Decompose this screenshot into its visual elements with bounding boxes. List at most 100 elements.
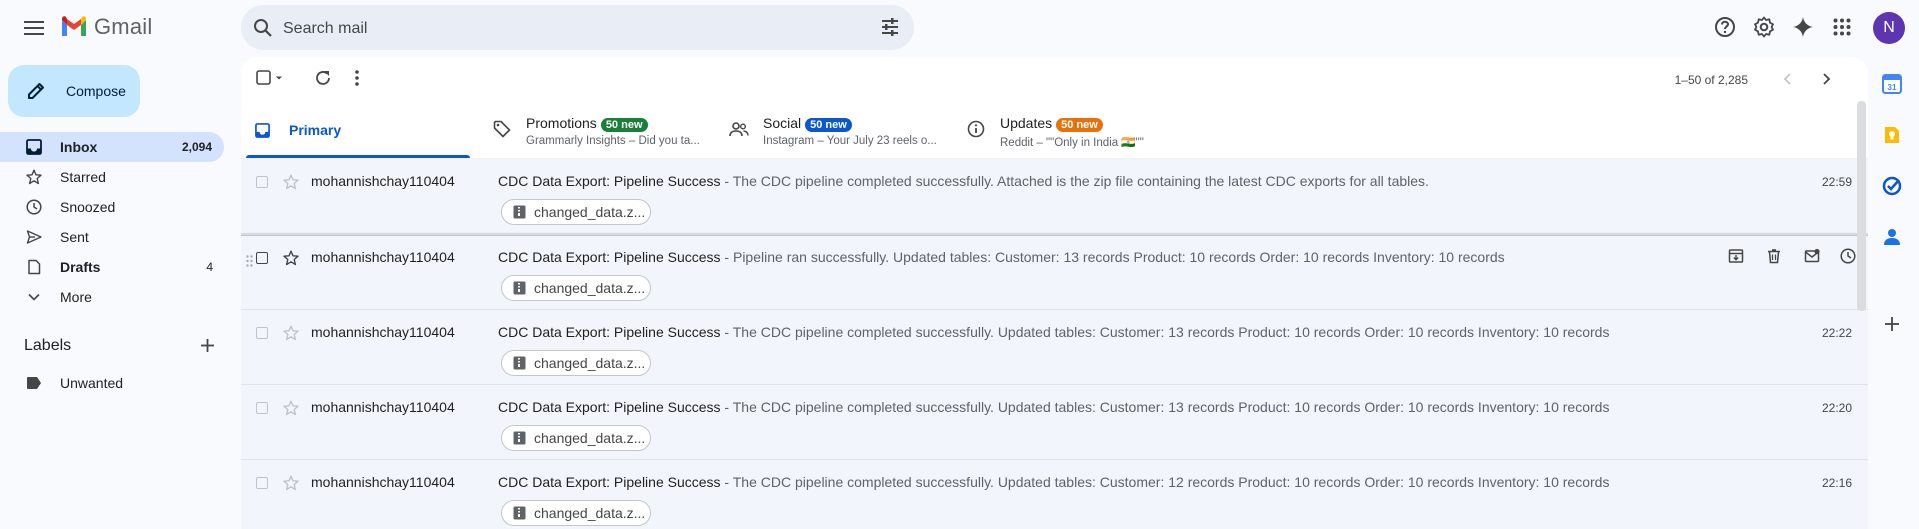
email-list-scrollbar[interactable] bbox=[1857, 101, 1866, 311]
attachment-chip[interactable]: changed_data.z... bbox=[501, 500, 651, 526]
email-sender: mohannishchay110404 bbox=[311, 249, 455, 265]
mark-as-unread-icon[interactable] bbox=[1804, 248, 1820, 264]
new-count-badge: 50 new bbox=[1056, 118, 1103, 132]
main-panel: 1–50 of 2,285 Primary Promotions 50 new G… bbox=[241, 57, 1868, 529]
attachment-chip[interactable]: changed_data.z... bbox=[501, 199, 651, 225]
sidebar-item-label: More bbox=[60, 289, 92, 305]
tab-label: Updates bbox=[1000, 115, 1053, 131]
settings-gear-icon[interactable] bbox=[1752, 15, 1776, 39]
email-subject: CDC Data Export: Pipeline Success bbox=[498, 173, 721, 189]
google-apps-icon[interactable] bbox=[1830, 15, 1854, 39]
star-icon[interactable] bbox=[283, 475, 299, 491]
tab-primary[interactable]: Primary bbox=[241, 103, 476, 158]
sidebar-item-snoozed[interactable]: Snoozed bbox=[0, 192, 225, 222]
email-row[interactable]: mohannishchay110404 CDC Data Export: Pip… bbox=[241, 159, 1868, 234]
tab-social[interactable]: Social 50 new bbox=[763, 115, 852, 132]
snooze-clock-icon[interactable] bbox=[1840, 248, 1856, 264]
attachment-name: changed_data.z... bbox=[534, 204, 646, 220]
attachment-chip[interactable]: changed_data.z... bbox=[501, 350, 651, 376]
email-sender: mohannishchay110404 bbox=[311, 173, 455, 189]
refresh-icon[interactable] bbox=[314, 69, 332, 92]
inbox-count: 2,094 bbox=[181, 140, 212, 154]
email-row[interactable]: mohannishchay110404 CDC Data Export: Pip… bbox=[241, 234, 1868, 310]
sidebar-item-starred[interactable]: Starred bbox=[0, 162, 225, 192]
info-icon[interactable] bbox=[967, 120, 985, 138]
chevron-down-icon bbox=[26, 289, 42, 305]
attachment-name: changed_data.z... bbox=[534, 355, 646, 371]
row-checkbox[interactable] bbox=[256, 252, 268, 264]
sidebar-item-label: Drafts bbox=[60, 259, 101, 275]
row-checkbox[interactable] bbox=[256, 327, 268, 339]
sidebar-item-label: Unwanted bbox=[60, 375, 124, 391]
drag-handle-icon[interactable] bbox=[246, 255, 253, 267]
sidebar-nav: Inbox 2,094 Starred Snoozed Sent Drafts … bbox=[0, 132, 225, 312]
help-icon[interactable] bbox=[1713, 15, 1737, 39]
attachment-chip[interactable]: changed_data.z... bbox=[501, 425, 651, 451]
sidebar-item-label: Sent bbox=[60, 229, 89, 245]
email-list: mohannishchay110404 CDC Data Export: Pip… bbox=[241, 159, 1868, 529]
tab-label: Primary bbox=[289, 122, 342, 138]
more-options-icon[interactable] bbox=[354, 69, 360, 92]
sidebar-item-drafts[interactable]: Drafts 4 bbox=[0, 252, 225, 282]
add-addon-icon[interactable] bbox=[1884, 316, 1900, 332]
select-all-checkbox[interactable] bbox=[256, 69, 284, 92]
email-subject: CDC Data Export: Pipeline Success bbox=[498, 474, 721, 490]
zip-file-icon bbox=[513, 506, 526, 520]
side-panel: 31 bbox=[1868, 57, 1919, 529]
svg-text:31: 31 bbox=[1888, 83, 1897, 92]
email-snippet: - The CDC pipeline completed successfull… bbox=[720, 474, 1610, 490]
row-checkbox[interactable] bbox=[256, 402, 268, 414]
attachment-chip[interactable]: changed_data.z... bbox=[501, 275, 651, 301]
sidebar-item-inbox[interactable]: Inbox 2,094 bbox=[0, 132, 224, 162]
sidebar-item-sent[interactable]: Sent bbox=[0, 222, 225, 252]
promotions-icon bbox=[493, 120, 511, 138]
add-label-icon[interactable] bbox=[200, 338, 215, 353]
attachment-name: changed_data.z... bbox=[534, 430, 646, 446]
star-icon[interactable] bbox=[283, 400, 299, 416]
tab-updates[interactable]: Updates 50 new bbox=[1000, 115, 1103, 132]
email-time: 22:20 bbox=[1821, 401, 1852, 415]
star-icon[interactable] bbox=[283, 174, 299, 190]
gmail-logo[interactable]: Gmail bbox=[60, 14, 152, 40]
star-icon[interactable] bbox=[283, 325, 299, 341]
star-icon[interactable] bbox=[283, 250, 299, 266]
account-avatar[interactable]: N bbox=[1873, 12, 1905, 44]
tab-preview: Instagram – Your July 23 reels o... bbox=[763, 135, 937, 147]
sidebar-item-label: Snoozed bbox=[60, 199, 116, 215]
email-subject: CDC Data Export: Pipeline Success bbox=[498, 249, 721, 265]
sidebar-item-more[interactable]: More bbox=[0, 282, 225, 312]
contacts-icon[interactable] bbox=[1882, 227, 1902, 247]
keep-notes-icon[interactable] bbox=[1882, 125, 1902, 145]
new-count-badge: 50 new bbox=[805, 118, 852, 132]
email-row[interactable]: mohannishchay110404 CDC Data Export: Pip… bbox=[241, 310, 1868, 385]
delete-trash-icon[interactable] bbox=[1766, 248, 1782, 264]
sidebar-item-label: Inbox bbox=[60, 139, 98, 155]
tasks-icon[interactable] bbox=[1882, 176, 1902, 196]
older-page-icon[interactable] bbox=[1819, 72, 1833, 91]
row-checkbox[interactable] bbox=[256, 176, 268, 188]
search-bar bbox=[241, 5, 914, 50]
row-checkbox[interactable] bbox=[256, 477, 268, 489]
promotions-tab-label: Promotions 50 new bbox=[526, 115, 648, 132]
email-sender: mohannishchay110404 bbox=[311, 474, 455, 490]
email-content: CDC Data Export: Pipeline Success - The … bbox=[498, 474, 1609, 490]
email-content: CDC Data Export: Pipeline Success - The … bbox=[498, 399, 1609, 415]
compose-button[interactable]: Compose bbox=[8, 65, 140, 117]
newer-page-icon[interactable] bbox=[1781, 72, 1795, 91]
search-options-icon[interactable] bbox=[880, 17, 900, 37]
archive-icon[interactable] bbox=[1728, 248, 1744, 264]
main-menu-button[interactable] bbox=[20, 14, 48, 42]
search-input[interactable] bbox=[281, 16, 845, 42]
email-snippet: - Pipeline ran successfully. Updated tab… bbox=[720, 249, 1505, 265]
app-name: Gmail bbox=[94, 14, 153, 39]
gemini-sparkle-icon[interactable] bbox=[1791, 15, 1815, 39]
zip-file-icon bbox=[513, 205, 526, 219]
calendar-icon[interactable]: 31 bbox=[1882, 74, 1902, 94]
email-content: CDC Data Export: Pipeline Success - The … bbox=[498, 324, 1609, 340]
social-people-icon[interactable] bbox=[729, 121, 749, 137]
tab-preview: Reddit – ""Only in India 🇮🇳"" bbox=[1000, 137, 1144, 149]
sidebar-label-unwanted[interactable]: Unwanted bbox=[0, 370, 224, 396]
email-row[interactable]: mohannishchay110404 CDC Data Export: Pip… bbox=[241, 460, 1868, 529]
email-row[interactable]: mohannishchay110404 CDC Data Export: Pip… bbox=[241, 385, 1868, 460]
search-icon[interactable] bbox=[253, 18, 273, 38]
